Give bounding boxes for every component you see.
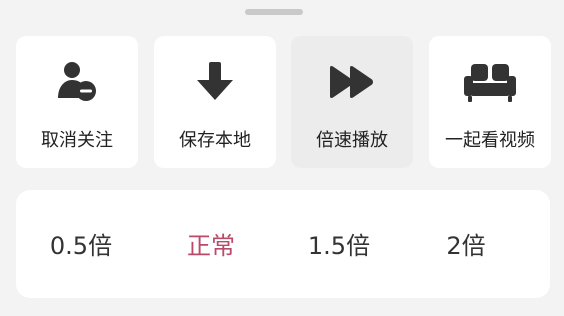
playback-speed-label: 倍速播放 xyxy=(316,130,388,151)
action-row: 取消关注 保存本地 倍速播放 一起看视频 xyxy=(0,36,564,168)
unfollow-label: 取消关注 xyxy=(41,130,113,151)
unfollow-button[interactable]: 取消关注 xyxy=(16,36,138,168)
fast-forward-icon xyxy=(291,58,413,106)
speed-option-1-5x[interactable]: 1.5倍 xyxy=(284,226,394,261)
unfollow-user-icon xyxy=(16,58,138,106)
speed-option-0-5x[interactable]: 0.5倍 xyxy=(26,226,136,261)
sofa-icon xyxy=(429,58,551,106)
speed-options-panel: 0.5倍 正常 1.5倍 2倍 xyxy=(16,190,550,298)
save-local-button[interactable]: 保存本地 xyxy=(154,36,276,168)
playback-speed-button[interactable]: 倍速播放 xyxy=(291,36,413,168)
watch-together-label: 一起看视频 xyxy=(445,130,535,151)
speed-option-normal[interactable]: 正常 xyxy=(156,226,266,261)
download-icon xyxy=(154,58,276,106)
action-sheet: 取消关注 保存本地 倍速播放 一起看视频 0.5倍 正常 1.5倍 2倍 xyxy=(0,0,564,316)
drag-handle[interactable] xyxy=(245,9,303,15)
speed-option-2x[interactable]: 2倍 xyxy=(411,226,521,261)
save-local-label: 保存本地 xyxy=(179,130,251,151)
watch-together-button[interactable]: 一起看视频 xyxy=(429,36,551,168)
